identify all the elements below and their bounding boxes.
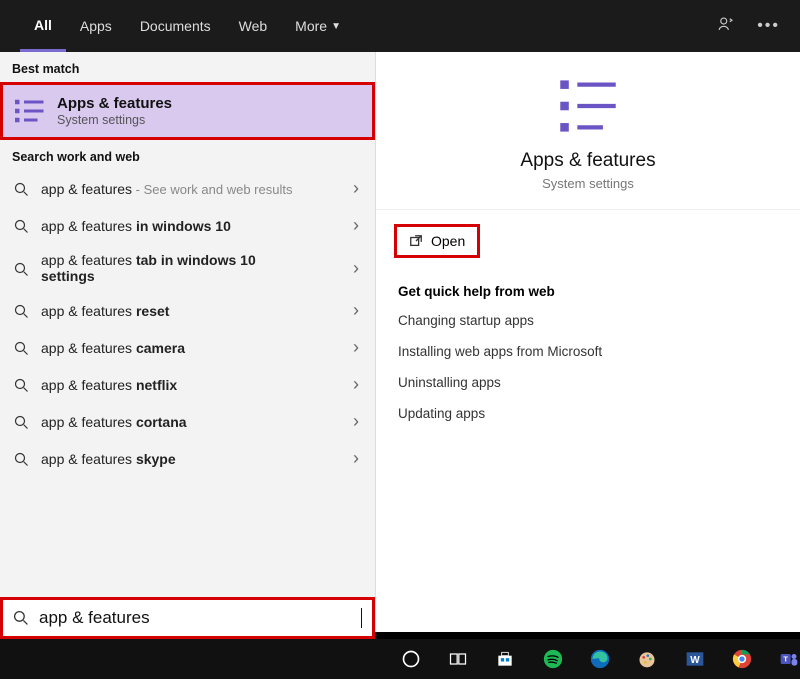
preview-hero: Apps & features System settings — [376, 52, 800, 210]
search-icon — [14, 262, 29, 277]
search-icon — [14, 304, 29, 319]
help-link[interactable]: Uninstalling apps — [398, 375, 778, 390]
chevron-right-icon: › — [353, 411, 363, 432]
suggestion-item[interactable]: app & features tab in windows 10 setting… — [0, 244, 375, 292]
best-match-label: Best match — [0, 52, 375, 82]
tab-documents[interactable]: Documents — [126, 0, 225, 52]
search-icon — [14, 182, 29, 197]
search-results-panel: Best match Apps & features System settin… — [0, 52, 800, 632]
best-match-title: Apps & features — [57, 95, 172, 112]
web-suggestions: app & features - See work and web result… — [0, 170, 375, 632]
edge-icon[interactable] — [589, 648, 610, 670]
filter-tabs: All Apps Documents Web More ▼ ••• — [0, 0, 800, 52]
suggestion-bold: cortana — [136, 414, 187, 430]
taskview-icon[interactable] — [447, 648, 468, 670]
search-web-label: Search work and web — [0, 140, 375, 170]
suggestion-bold: in windows 10 — [136, 218, 231, 234]
taskbar: W T — [0, 639, 800, 679]
more-options-icon[interactable]: ••• — [757, 17, 780, 35]
search-icon — [14, 219, 29, 234]
suggestion-bold: skype — [136, 451, 176, 467]
help-link[interactable]: Installing web apps from Microsoft — [398, 344, 778, 359]
text-cursor — [361, 608, 362, 628]
suggestion-bold: reset — [136, 303, 169, 319]
chevron-right-icon: › — [353, 374, 363, 395]
suggestion-text: app & features — [41, 414, 136, 430]
apps-features-icon — [15, 98, 45, 124]
suggestion-text: app & features — [41, 181, 132, 197]
preview-title: Apps & features — [520, 150, 655, 172]
suggestion-text: app & features — [41, 303, 136, 319]
tab-all[interactable]: All — [20, 0, 66, 52]
chevron-right-icon: › — [353, 258, 363, 279]
tab-web[interactable]: Web — [225, 0, 282, 52]
chrome-icon[interactable] — [731, 648, 752, 670]
search-icon — [14, 378, 29, 393]
svg-text:W: W — [690, 655, 700, 666]
suggestion-text: app & features — [41, 377, 136, 393]
search-input[interactable] — [39, 608, 351, 628]
suggestion-item[interactable]: app & features - See work and web result… — [0, 170, 375, 207]
chevron-right-icon: › — [353, 337, 363, 358]
tab-apps[interactable]: Apps — [66, 0, 126, 52]
spotify-icon[interactable] — [542, 648, 563, 670]
cortana-icon[interactable] — [400, 648, 421, 670]
preview-pane: Apps & features System settings Open Get… — [375, 52, 800, 632]
suggestion-hint: - See work and web results — [132, 182, 292, 197]
suggestion-item[interactable]: app & features in windows 10 › — [0, 207, 375, 244]
teams-icon[interactable]: T — [779, 648, 800, 670]
chevron-right-icon: › — [353, 300, 363, 321]
suggestion-text: app & features — [41, 340, 136, 356]
chevron-right-icon: › — [353, 215, 363, 236]
search-icon — [14, 415, 29, 430]
feedback-icon[interactable] — [717, 15, 735, 38]
search-icon — [14, 452, 29, 467]
help-link[interactable]: Changing startup apps — [398, 313, 778, 328]
help-link[interactable]: Updating apps — [398, 406, 778, 421]
chevron-down-icon: ▼ — [331, 21, 341, 32]
quick-help-title: Get quick help from web — [398, 284, 778, 299]
search-icon — [14, 341, 29, 356]
open-label: Open — [431, 233, 465, 249]
open-button[interactable]: Open — [394, 224, 480, 258]
suggestion-bold: camera — [136, 340, 185, 356]
suggestion-text: app & features — [41, 218, 136, 234]
suggestion-text: app & features — [41, 451, 136, 467]
suggestion-item[interactable]: app & features cortana › — [0, 403, 375, 440]
best-match-subtitle: System settings — [57, 113, 172, 127]
search-icon — [13, 610, 29, 626]
chevron-right-icon: › — [353, 178, 363, 199]
chevron-right-icon: › — [353, 448, 363, 469]
quick-help-section: Get quick help from web Changing startup… — [376, 266, 800, 455]
open-icon — [409, 234, 423, 248]
suggestion-item[interactable]: app & features netflix › — [0, 366, 375, 403]
best-match-item[interactable]: Apps & features System settings — [0, 82, 375, 140]
suggestion-item[interactable]: app & features skype › — [0, 440, 375, 477]
svg-text:T: T — [784, 655, 789, 664]
word-icon[interactable]: W — [684, 648, 705, 670]
preview-subtitle: System settings — [542, 176, 634, 191]
search-box[interactable] — [0, 597, 375, 639]
suggestion-bold: netflix — [136, 377, 177, 393]
results-left-pane: Best match Apps & features System settin… — [0, 52, 375, 632]
search-row — [0, 597, 375, 639]
paint-icon[interactable] — [637, 648, 658, 670]
suggestion-item[interactable]: app & features reset › — [0, 292, 375, 329]
apps-features-hero-icon — [556, 76, 620, 136]
tab-more-label: More — [295, 18, 327, 34]
suggestion-text: app & features — [41, 252, 136, 268]
store-icon[interactable] — [495, 648, 516, 670]
suggestion-item[interactable]: app & features camera › — [0, 329, 375, 366]
tab-more[interactable]: More ▼ — [281, 0, 355, 52]
